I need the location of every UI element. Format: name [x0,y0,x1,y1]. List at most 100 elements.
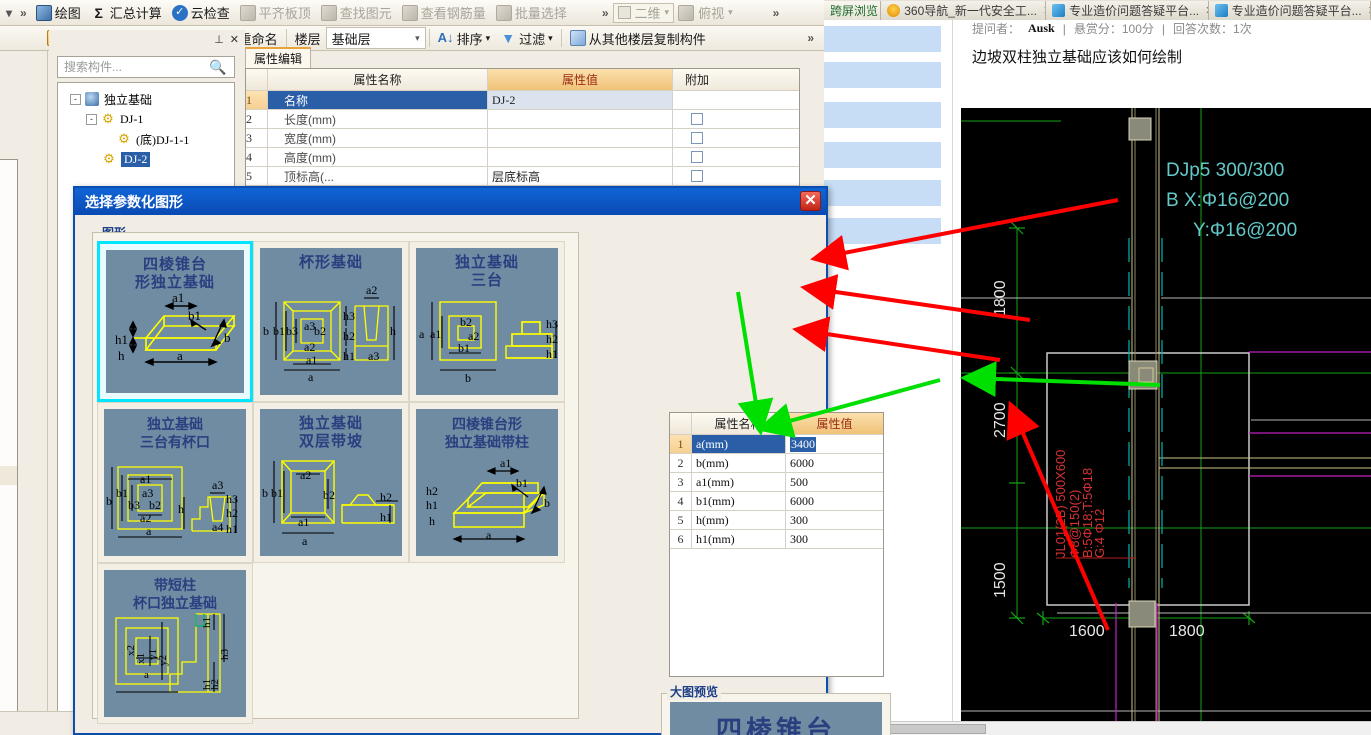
shape-tiles[interactable]: 四棱锥台 形独立基础 a h1 h a1 b1 b 杯形基础 b b1 b3 a… [97,241,575,724]
ribbon-expand-chevron[interactable]: » [16,6,31,20]
menu-item[interactable]: ) [0,248,17,267]
placeholder-bar [824,180,941,206]
cube-2d-icon [617,6,631,19]
row-value[interactable] [488,110,673,128]
row-attach[interactable] [673,148,721,166]
pin-icon[interactable]: ⊥ [214,33,224,46]
context-menu-partial[interactable]: 型 (M) ) ) ) (M) ) (R) (X) (P) (T) ) ) (W… [0,159,18,729]
ribbon-left-chevron[interactable]: ▾ [2,6,16,20]
attach-checkbox[interactable] [691,113,703,125]
row-value[interactable]: DJ-2 [488,91,673,109]
browser-tab-qa-1[interactable]: 专业造价问题答疑平台... ✕ [1046,0,1209,20]
row-value[interactable]: 300 [786,530,883,548]
tab-property-edit[interactable]: 属性编辑 [245,47,312,68]
menu-item[interactable]: (M) [0,381,17,400]
shape-tile-double-slope[interactable]: 独立基础 双层带坡 b b1 a2 b2 a1 a h2 h1 [253,402,409,563]
row-attach[interactable] [673,110,721,128]
table-row[interactable]: 2 b(mm) 6000 [670,454,883,473]
browser-tab-qa-2[interactable]: 专业造价问题答疑平台... ✕ [1208,0,1371,20]
search-box[interactable]: 🔍 [57,56,235,78]
tree-item-dj-1-1[interactable]: ⚙ (底)DJ-1-1 [62,129,230,149]
table-row[interactable]: 1 a(mm) 3400 [670,435,883,454]
attach-checkbox[interactable] [691,170,703,182]
search-input[interactable] [62,58,208,76]
expander-icon[interactable]: - [86,113,97,125]
menu-item[interactable]: (M) [0,192,17,211]
row-attach[interactable] [673,167,721,185]
dialog-title-bar[interactable]: 选择参数化图形 ✕ [75,188,826,215]
shape-tile-three-step-cup[interactable]: 独立基础 三台有杯口 b b1 a1 a3 b3 b2 a2 a h a3 a4… [97,402,253,563]
table-row[interactable]: 2 长度(mm) [246,110,799,129]
table-row[interactable]: 4 b1(mm) 6000 [670,492,883,511]
menu-item[interactable]: 型 [0,164,17,183]
row-value[interactable] [488,148,673,166]
menu-item[interactable]: ) [0,400,17,419]
menu-item[interactable]: (W) [0,551,17,570]
row-value[interactable]: 500 [786,473,883,491]
ribbon-button-cloud-check[interactable]: ✓ 云检查 [167,2,235,24]
button-filter[interactable]: ▼ 过滤 ▾ [495,27,558,49]
expander-icon[interactable]: - [70,93,81,105]
menu-item[interactable]: (X) [0,447,17,466]
value-editing[interactable]: 3400 [790,436,816,452]
shape-tile-short-column-cup[interactable]: 带短柱 杯口独立基础 a x1 x2 y1 y2 h1 h3 h1 h2 [97,563,253,724]
row-value[interactable] [488,129,673,147]
tree-item-dj-2[interactable]: ⚙ DJ-2 [62,149,230,169]
ribbon-button-draw[interactable]: 绘图 [31,2,86,24]
svg-text:b1: b1 [116,486,128,500]
menu-item[interactable]: ) [0,504,17,523]
tree-item-dj-1[interactable]: - ⚙ DJ-1 [62,109,230,129]
button-sort[interactable]: A↓ 排序 ▾ [433,27,496,49]
row-value[interactable]: 3400 [786,435,883,453]
attach-checkbox[interactable] [691,151,703,163]
close-icon[interactable]: ✕ [230,33,239,46]
view-angle-combo[interactable]: 俯视 ▾ [674,2,737,23]
parameter-table[interactable]: 属性名称 属性值 1 a(mm) 3400 2 b(mm) 6000 3 a1(… [669,412,884,677]
menu-item[interactable]: ) [0,220,17,239]
svg-text:a1: a1 [500,456,511,470]
table-row[interactable]: 5 h(mm) 300 [670,511,883,530]
tree-item-independent-foundation[interactable]: - 独立基础 [62,89,230,109]
table-row[interactable]: 1 名称 DJ-2 [246,91,799,110]
horizontal-scrollbar[interactable] [824,721,1371,735]
shape-tile-frustum-column[interactable]: 四棱锥台形 独立基础带柱 a h2 h1 h a1 b1 b [409,402,565,563]
search-icon[interactable]: 🔍 [208,57,228,77]
svg-text:h1: h1 [546,347,558,361]
ribbon-overflow-chevron-3[interactable]: » [803,31,818,45]
attach-checkbox[interactable] [691,132,703,144]
ribbon-button-summary-calc[interactable]: Σ 汇总计算 [86,2,167,24]
shape-tile-three-step[interactable]: 独立基础 三台 a a1 b2 a2 b1 b h3 h2 h1 [409,241,565,402]
row-index: 3 [670,473,692,491]
menu-item[interactable]: (R) [0,428,17,447]
table-row[interactable]: 4 高度(mm) [246,148,799,167]
button-copy-from-other-floor[interactable]: 从其他楼层复制构件 [565,27,711,49]
table-row[interactable]: 3 a1(mm) 500 [670,473,883,492]
view-mode-combo[interactable]: 二维 ▾ [612,2,675,23]
row-name: 高度(mm) [268,148,488,166]
shape-diagram: a h2h1 h a1 b1 b [426,456,550,543]
row-value[interactable]: 6000 [786,492,883,510]
menu-item-highlighted[interactable]: (P) [0,466,17,485]
svg-text:h3: h3 [546,317,558,331]
shape-tile-frustum[interactable]: 四棱锥台 形独立基础 a h1 h a1 b1 b [97,241,253,402]
svg-text:h: h [429,514,435,528]
browser-tab-360[interactable]: 360导航_新一代安全工... ✕ [881,0,1047,20]
ribbon-overflow-chevron-2[interactable]: » [769,6,784,20]
row-attach[interactable] [673,129,721,147]
table-row[interactable]: 6 h1(mm) 300 [670,530,883,549]
shape-tile-cup-foundation[interactable]: 杯形基础 b b1 b3 a3 b2 a2 a1 a h3 h2 h1 a2 a… [253,241,409,402]
menu-item[interactable]: ) [0,362,17,381]
ribbon-overflow-chevron-1[interactable]: » [598,6,613,20]
row-value[interactable]: 300 [786,511,883,529]
browser-tab-crossscreen[interactable]: 跨屏浏览 [824,0,882,20]
floor-select[interactable]: 基础层 ▾ [325,27,426,49]
table-row[interactable]: 5 顶标高(... 层底标高 [246,167,799,186]
close-icon[interactable]: ✕ [1368,4,1370,17]
table-row[interactable]: 3 宽度(mm) [246,129,799,148]
menu-item[interactable]: ) [0,523,17,542]
property-table[interactable]: 属性名称 属性值 附加 1 名称 DJ-2 2 长度(mm) 3 宽度(mm) … [245,68,800,190]
row-value[interactable]: 6000 [786,454,883,472]
menu-item[interactable]: (T) [0,485,17,504]
close-icon[interactable]: ✕ [800,191,821,211]
row-value[interactable]: 层底标高 [488,167,673,185]
